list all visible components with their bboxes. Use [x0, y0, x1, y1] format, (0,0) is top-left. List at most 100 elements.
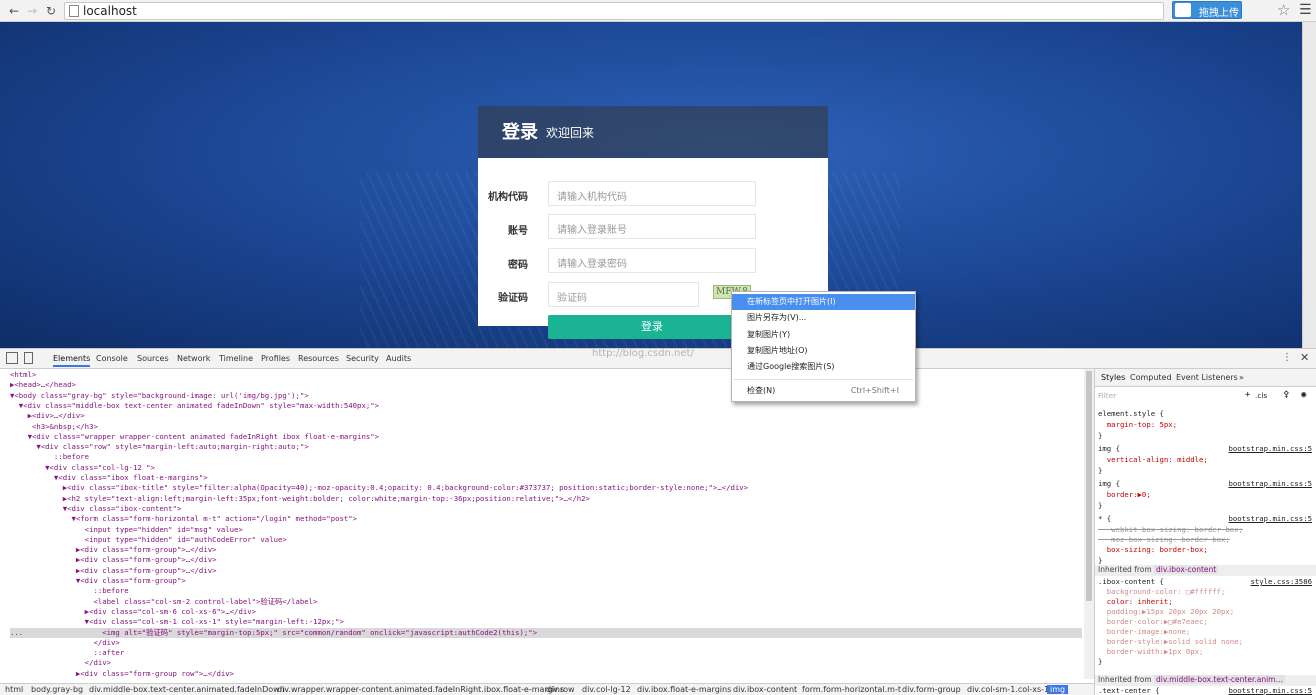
dom-node-line[interactable]: ▶<div class="col-sm-6 col-xs-6">…</div>	[10, 607, 1082, 617]
dom-node-line[interactable]: <h3>&nbsp;</h3>	[10, 422, 1082, 432]
add-rule-icon[interactable]: +	[1245, 390, 1250, 400]
breadcrumb-item[interactable]: div.col-sm-1.col-xs-1	[967, 685, 1049, 694]
inspect-element-icon[interactable]	[6, 352, 18, 364]
captcha-input[interactable]: 验证码	[548, 282, 699, 307]
dom-node-line[interactable]: ▼<form class="form-horizontal m-t" actio…	[10, 514, 1082, 524]
forward-arrow-icon[interactable]: →	[24, 3, 40, 19]
menu-item-search-google-image[interactable]: 通过Google搜索图片(S)	[732, 359, 915, 375]
menu-item-open-image-new-tab[interactable]: 在新标签页中打开图片(I)	[732, 294, 915, 310]
dom-node-line[interactable]: ▶<div class="form-group row">…</div>	[10, 669, 1082, 679]
dom-node-line[interactable]: ▼<body class="gray-bg" style="background…	[10, 391, 1082, 401]
stylesheet-link[interactable]: bootstrap.min.css:5	[1229, 479, 1312, 488]
login-title: 登录	[502, 122, 538, 143]
tab-event-listeners[interactable]: Event Listeners	[1176, 373, 1238, 382]
dom-node-line[interactable]: ▼<div class="ibox float-e-margins">	[10, 473, 1082, 483]
stylesheet-link[interactable]: bootstrap.min.css:5	[1229, 514, 1312, 523]
tab-more[interactable]: »	[1239, 373, 1244, 382]
address-bar[interactable]: localhost	[64, 2, 1164, 20]
tab-timeline[interactable]: Timeline	[219, 354, 253, 363]
dom-node-line[interactable]: <label class="col-sm-2 control-label">验证…	[10, 597, 1082, 607]
styles-filter[interactable]: Filter	[1098, 391, 1116, 400]
styles-pane: Styles Computed Event Listeners » Filter…	[1094, 369, 1316, 695]
dom-node-line[interactable]: </div>	[10, 658, 1082, 668]
breadcrumb-item[interactable]: div.ibox.float-e-margins	[637, 685, 731, 694]
login-button[interactable]: 登录	[548, 315, 756, 339]
color-picker-icon[interactable]: ◉	[1301, 390, 1306, 400]
dom-node-line[interactable]: ::before	[10, 452, 1082, 462]
back-arrow-icon[interactable]: ←	[6, 3, 22, 19]
style-declaration: background-color: □#ffffff;	[1098, 587, 1226, 596]
tab-resources[interactable]: Resources	[298, 354, 339, 363]
breadcrumb-item[interactable]: html	[5, 685, 23, 694]
dom-node-line[interactable]: ▼<div class="form-group">	[10, 576, 1082, 586]
dom-node-line[interactable]: ▶<div class="form-group">…</div>	[10, 555, 1082, 565]
menu-item-save-image-as[interactable]: 图片另存为(V)...	[732, 310, 915, 326]
breadcrumb-item[interactable]: div.ibox-content	[733, 685, 797, 694]
dom-node-line[interactable]: ▶<h2 style="text-align:left;margin-left:…	[10, 494, 1082, 504]
dom-node-line[interactable]: ▼<div class="row" style="margin-left:aut…	[10, 442, 1082, 452]
page-scrollbar[interactable]	[1302, 22, 1316, 348]
tab-profiles[interactable]: Profiles	[261, 354, 290, 363]
menu-item-copy-image-address[interactable]: 复制图片地址(O)	[732, 343, 915, 359]
devtools-more-icon[interactable]: ⋮	[1282, 352, 1292, 363]
breadcrumb-item[interactable]: img	[1047, 685, 1069, 694]
menu-item-copy-image[interactable]: 复制图片(Y)	[732, 327, 915, 343]
selected-dom-node[interactable]: ... <img alt="验证码" style="margin-top:5px…	[10, 627, 1082, 638]
dom-node-line[interactable]: </div>	[10, 638, 1082, 648]
page-icon	[69, 5, 79, 17]
dom-node-line[interactable]: <input type="hidden" id="authCodeError" …	[10, 535, 1082, 545]
dom-node-line[interactable]: ::after	[10, 648, 1082, 658]
devtools-close-icon[interactable]: ✕	[1300, 351, 1309, 364]
browser-menu-icon[interactable]: ☰	[1299, 2, 1312, 18]
dom-node-line[interactable]: ▼<div class="middle-box text-center anim…	[10, 401, 1082, 411]
breadcrumb-item[interactable]: div.wrapper.wrapper-content.animated.fad…	[277, 685, 564, 694]
breadcrumb-item[interactable]: body.gray-bg	[31, 685, 83, 694]
menu-item-inspect-label: 检查(N)	[747, 386, 776, 395]
url-text: localhost	[83, 4, 137, 18]
breadcrumb-item[interactable]: div.middle-box.text-center.animated.fade…	[89, 685, 285, 694]
cls-button[interactable]: .cls	[1255, 391, 1267, 400]
dom-node-line[interactable]: ▼<div class="ibox-content">	[10, 504, 1082, 514]
tab-audits[interactable]: Audits	[386, 354, 411, 363]
elements-tree[interactable]: <html> ▶<head>…</head> ▼<body class="gray-…	[0, 369, 1082, 679]
breadcrumb-item[interactable]: form.form-horizontal.m-t	[802, 685, 901, 694]
breadcrumb-item[interactable]: div.form-group	[902, 685, 961, 694]
tab-sources[interactable]: Sources	[137, 354, 169, 363]
tab-elements[interactable]: Elements	[53, 354, 91, 367]
tab-console[interactable]: Console	[96, 354, 128, 363]
dom-node-line[interactable]: ▶<div class="form-group">…</div>	[10, 545, 1082, 555]
pin-icon[interactable]: ⚴	[1283, 390, 1290, 400]
inherited-node[interactable]: div.middle-box.text-center.anim…	[1154, 675, 1285, 684]
style-declaration: border-image:▶none;	[1098, 627, 1191, 636]
elements-scroll-thumb[interactable]	[1086, 371, 1092, 601]
dom-node-line[interactable]: ▶<div class="ibox-title" style="filter:a…	[10, 483, 1082, 493]
stylesheet-link[interactable]: bootstrap.min.css:5	[1229, 444, 1312, 453]
breadcrumb-item[interactable]: div.col-lg-12	[582, 685, 631, 694]
inherited-node[interactable]: div.ibox-content	[1154, 565, 1219, 574]
device-mode-icon[interactable]	[24, 352, 33, 364]
tab-security[interactable]: Security	[346, 354, 379, 363]
menu-item-inspect[interactable]: 检查(N) Ctrl+Shift+I	[732, 383, 915, 399]
dom-node-line[interactable]: ::before	[10, 586, 1082, 596]
upload-extension-button[interactable]: 拖拽上传	[1172, 1, 1242, 19]
dom-node-line[interactable]: ▶<head>…</head>	[10, 380, 1082, 390]
breadcrumb-item[interactable]: div.row	[546, 685, 575, 694]
password-label: 密码	[508, 260, 528, 271]
inherited-label: Inherited from	[1098, 675, 1155, 684]
dom-node-line[interactable]: ▶<div>…</div>	[10, 411, 1082, 421]
stylesheet-link[interactable]: style.css:3586	[1250, 577, 1312, 586]
dom-node-line[interactable]: ▼<div class="col-sm-1 col-xs-1" style="m…	[10, 617, 1082, 627]
dom-node-line[interactable]: <input type="hidden" id="msg" value>	[10, 525, 1082, 535]
dom-node-line[interactable]: ▼<div class="col-lg-12 ">	[10, 463, 1082, 473]
dom-node-line[interactable]: ▶<div class="form-group">…</div>	[10, 566, 1082, 576]
dom-node-line[interactable]: ▼<div class="wrapper wrapper-content ani…	[10, 432, 1082, 442]
bookmark-star-icon[interactable]: ☆	[1277, 1, 1290, 19]
dom-node-line[interactable]: <html>	[10, 370, 1082, 380]
reload-icon[interactable]: ↻	[43, 3, 59, 19]
org-code-input[interactable]: 请输入机构代码	[548, 181, 756, 206]
password-input[interactable]: 请输入登录密码	[548, 248, 756, 273]
account-input[interactable]: 请输入登录账号	[548, 214, 756, 239]
tab-computed[interactable]: Computed	[1130, 373, 1172, 382]
tab-styles[interactable]: Styles	[1101, 373, 1125, 382]
tab-network[interactable]: Network	[177, 354, 210, 363]
